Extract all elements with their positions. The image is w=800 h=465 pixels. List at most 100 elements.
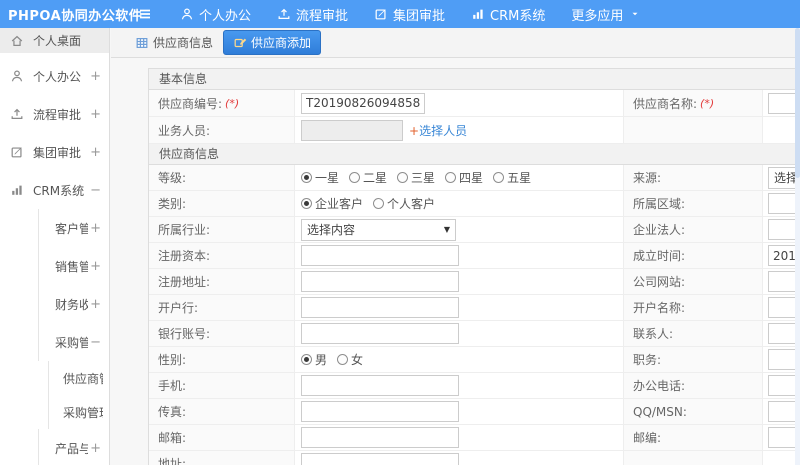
field-value: 选择内容 ▼ [295, 217, 623, 242]
radio-icon[interactable] [301, 172, 312, 183]
field-label-text: QQ/MSN: [633, 404, 687, 419]
radio-icon[interactable] [493, 172, 505, 183]
text-input[interactable] [301, 427, 459, 448]
text-input[interactable] [301, 92, 425, 114]
expand-toggle[interactable]: + [88, 297, 103, 312]
table-icon [135, 36, 149, 50]
form-row: 传真: QQ/MSN: [149, 399, 800, 425]
radio-label: 企业客户 [315, 197, 364, 211]
sidebar: 个人桌面个人办公+流程审批+集团审批+CRM系统−客户管理+销售管理+财务收支+… [0, 28, 110, 465]
field-label: 联系人: [623, 321, 763, 346]
text-input[interactable] [301, 453, 459, 465]
topnav-item[interactable]: 个人办公 [180, 5, 251, 24]
text-input[interactable] [301, 323, 459, 344]
expand-toggle[interactable]: + [88, 145, 103, 160]
field-value [295, 90, 623, 116]
topnav-item[interactable]: 集团审批 [374, 5, 445, 24]
radio-option[interactable]: 个人客户 [373, 195, 435, 212]
field-label-text: 公司网站: [633, 275, 686, 289]
radio-icon[interactable] [445, 172, 457, 183]
radio-icon[interactable] [373, 198, 385, 209]
topbar: PHPOA协同办公软件 个人办公 流程审批 集团审批 CRM系统 更多应用 [0, 0, 800, 28]
radio-group: 企业客户 个人客户 [301, 195, 435, 212]
text-input[interactable] [301, 119, 403, 141]
sidebar-item[interactable]: 财务收支+ [38, 285, 109, 323]
vertical-scrollbar[interactable] [795, 28, 800, 465]
topnav-item[interactable]: CRM系统 [471, 5, 545, 24]
radio-icon[interactable] [301, 354, 312, 365]
section-header: 供应商信息 [149, 144, 800, 165]
expand-toggle[interactable]: − [88, 183, 103, 198]
form-row: 注册资本: 成立时间: [149, 243, 800, 269]
radio-option[interactable]: 一星 [301, 169, 339, 186]
topnav-item[interactable]: 流程审批 [277, 5, 348, 24]
tab-supplier-add[interactable]: 供应商添加 [223, 30, 322, 55]
radio-option[interactable]: 四星 [445, 169, 483, 186]
upload-icon [277, 7, 291, 21]
text-input[interactable] [301, 297, 459, 318]
sidebar-item[interactable]: 客户管理+ [38, 209, 109, 247]
field-label: 等级: [149, 165, 295, 190]
sidebar-item[interactable]: 集团审批 + [0, 133, 109, 171]
tab-supplier-info[interactable]: 供应商信息 [135, 34, 213, 51]
sidebar-item[interactable]: 采购管理− [38, 323, 109, 361]
form-row: 性别: 男女职务: [149, 347, 800, 373]
sidebar-item[interactable]: 流程审批 + [0, 95, 109, 133]
caret-down-icon [630, 9, 640, 19]
sidebar-item[interactable]: 个人桌面 [0, 28, 109, 53]
sidebar-item[interactable]: 产品与库存+ [38, 429, 109, 465]
field-label-text: 邮编: [633, 431, 662, 445]
sidebar-item[interactable]: 个人办公 + [0, 57, 109, 95]
radio-option[interactable]: 二星 [349, 169, 387, 186]
field-label: 邮箱: [149, 425, 295, 450]
select-dropdown[interactable]: 选择内容 ▼ [301, 218, 456, 241]
radio-option[interactable]: 男 [301, 351, 327, 368]
sidebar-item[interactable]: CRM系统 − [0, 171, 109, 209]
expand-toggle[interactable]: + [88, 69, 103, 84]
plus-icon: + [409, 123, 420, 138]
radio-option[interactable]: 三星 [397, 169, 435, 186]
edit-icon [10, 145, 26, 159]
sidebar-item[interactable]: 采购管理 [48, 395, 109, 429]
radio-option[interactable]: 企业客户 [301, 195, 363, 212]
sidebar-item-label: 供应商管理 [63, 371, 103, 386]
expand-toggle[interactable]: + [88, 221, 103, 236]
field-label-text: 所属区域: [633, 197, 686, 211]
expand-toggle[interactable]: + [88, 107, 103, 122]
expand-toggle[interactable]: + [88, 441, 103, 456]
person-icon [10, 69, 26, 83]
supplier-add-form-wrap: 基本信息供应商编号:(*)供应商名称:(*)业务人员:+选择人员供应商信息等级:… [111, 58, 800, 465]
text-input[interactable] [301, 401, 459, 422]
field-label: 类别: [149, 191, 295, 216]
text-input[interactable] [301, 271, 459, 292]
radio-icon[interactable] [337, 354, 349, 365]
radio-icon[interactable] [349, 172, 361, 183]
menu-icon[interactable] [128, 6, 162, 22]
sidebar-item[interactable]: 销售管理+ [38, 247, 109, 285]
text-input[interactable] [301, 375, 459, 396]
choose-person-link[interactable]: +选择人员 [409, 122, 467, 139]
radio-option[interactable]: 女 [337, 351, 363, 368]
radio-icon[interactable] [301, 198, 312, 209]
form-row: 开户行: 开户名称: [149, 295, 800, 321]
text-input[interactable] [301, 245, 459, 266]
expand-toggle[interactable]: + [88, 259, 103, 274]
radio-option[interactable]: 五星 [493, 169, 531, 186]
field-label-text: 等级: [158, 171, 187, 185]
field-value [295, 243, 623, 268]
expand-toggle[interactable]: − [88, 335, 103, 350]
field-value [295, 425, 623, 450]
topnav-item-label: 更多应用 [571, 8, 624, 24]
app-logo: PHPOA协同办公软件 [8, 8, 143, 24]
field-label: 手机: [149, 373, 295, 398]
radio-icon[interactable] [397, 172, 409, 183]
sidebar-item-label: 销售管理 [55, 259, 88, 274]
field-label: 银行账号: [149, 321, 295, 346]
field-value [295, 373, 623, 398]
scrollbar-thumb[interactable] [795, 28, 800, 178]
field-label: 注册地址: [149, 269, 295, 294]
field-label-text: 银行账号: [158, 327, 211, 341]
field-label [623, 117, 763, 143]
sidebar-item[interactable]: 供应商管理 [48, 361, 109, 395]
topnav-item[interactable]: 更多应用 [571, 5, 640, 24]
